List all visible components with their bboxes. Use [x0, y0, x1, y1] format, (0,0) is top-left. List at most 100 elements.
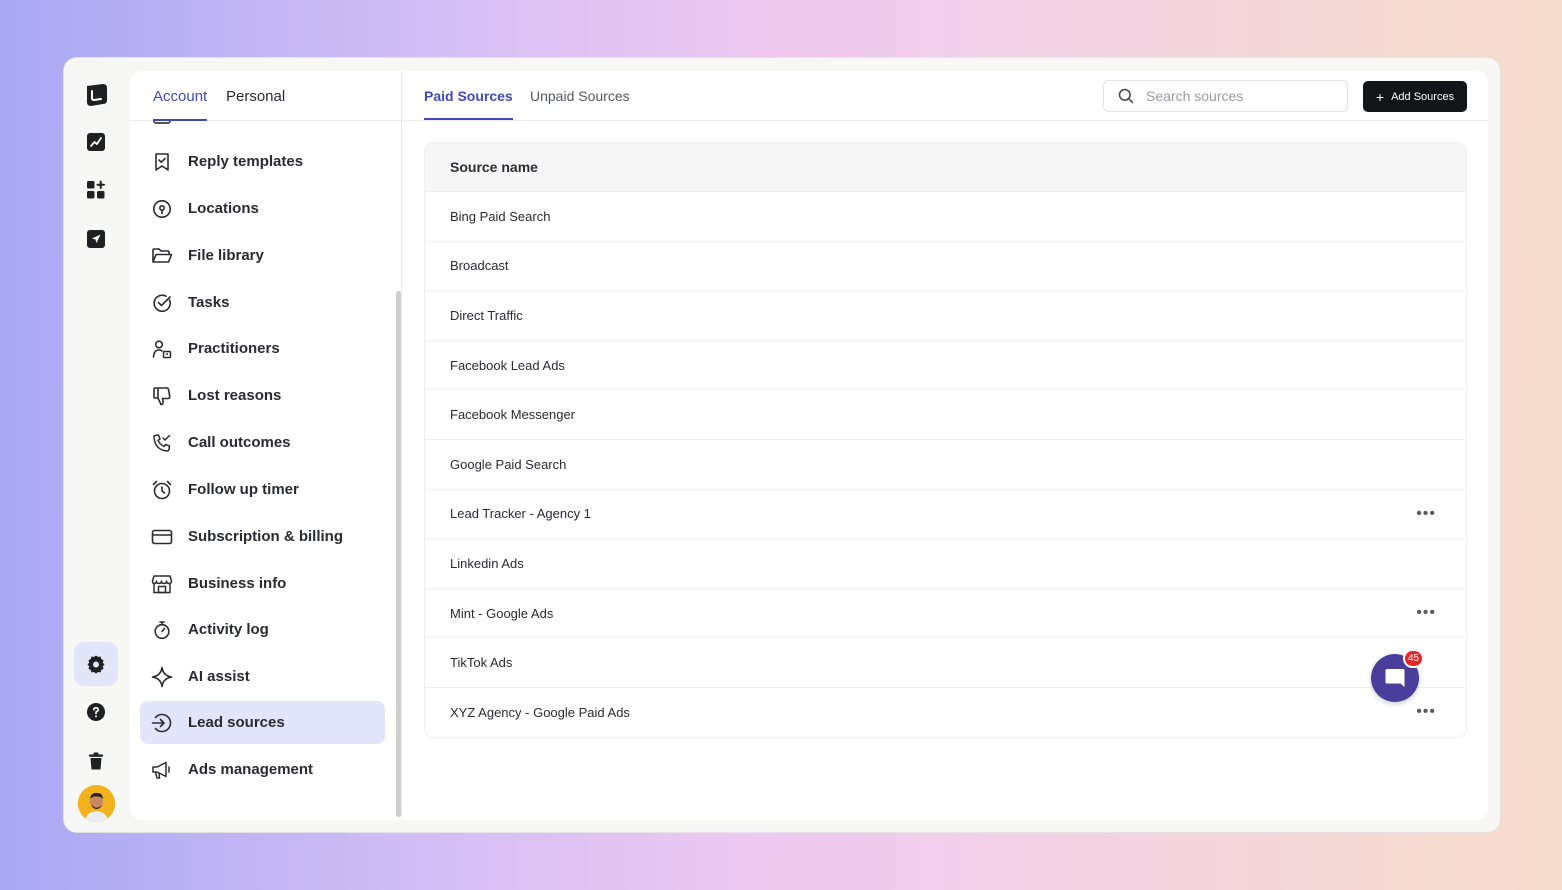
trash-icon — [89, 752, 103, 770]
table-row[interactable]: Broadcast — [425, 240, 1466, 291]
nav-item-lead-sources[interactable]: Lead sources — [140, 701, 385, 744]
nav-item-label: Tasks — [188, 294, 230, 311]
settings-tabs: Account Personal — [130, 71, 401, 121]
source-name: Mint - Google Ads — [450, 605, 554, 621]
nav-item-label: Reply templates — [188, 153, 304, 170]
table-row[interactable]: Facebook Lead Ads — [425, 339, 1466, 390]
nav-item-ai-assist[interactable]: AI assist — [140, 655, 385, 698]
storefront-icon — [151, 573, 173, 595]
left-rail — [64, 58, 128, 832]
column-header-source-name: Source name — [450, 159, 538, 175]
nav-item-label: Activity log — [188, 621, 269, 638]
tab-paid-sources[interactable]: Paid Sources — [424, 88, 513, 120]
nav-item-business-info[interactable]: Business info — [140, 562, 385, 605]
nav-item-ads-management[interactable]: Ads management — [140, 748, 385, 791]
table-row[interactable]: Mint - Google Ads ••• — [425, 587, 1466, 638]
table-row[interactable]: Google Paid Search — [425, 438, 1466, 489]
nav-item-label: AI assist — [188, 668, 250, 685]
table-row[interactable]: Direct Traffic — [425, 290, 1466, 340]
table-row[interactable]: TikTok Ads — [425, 637, 1466, 687]
nav-item-label: Subscription & billing — [188, 528, 343, 545]
send-icon — [87, 230, 105, 248]
tab-account[interactable]: Account — [153, 88, 208, 121]
settings-card: Account Personal Reply templates Locatio… — [130, 71, 1488, 820]
source-name: XYZ Agency - Google Paid Ads — [450, 704, 630, 720]
nav-item-follow-up-timer[interactable]: Follow up timer — [140, 468, 385, 511]
map-pin-icon — [151, 198, 173, 220]
partial-item-icon — [153, 121, 171, 124]
settings-nav: Account Personal Reply templates Locatio… — [130, 71, 402, 820]
nav-item-label: Ads management — [188, 761, 314, 778]
alarm-clock-icon — [151, 479, 173, 501]
nav-item-locations[interactable]: Locations — [140, 187, 385, 230]
rail-trash[interactable] — [74, 739, 118, 783]
help-circle-icon — [87, 703, 105, 721]
nav-item-subscription-billing[interactable]: Subscription & billing — [140, 515, 385, 558]
rail-campaigns[interactable] — [74, 217, 118, 261]
table-row[interactable]: XYZ Agency - Google Paid Ads ••• — [425, 686, 1466, 737]
nav-item-activity-log[interactable]: Activity log — [140, 608, 385, 651]
nav-item-label: File library — [188, 247, 264, 264]
bookmark-check-icon — [151, 151, 173, 173]
nav-item-label: Practitioners — [188, 340, 280, 357]
app-window: Account Personal Reply templates Locatio… — [63, 57, 1501, 833]
table-row[interactable]: Lead Tracker - Agency 1 ••• — [425, 488, 1466, 539]
sources-panel: Paid Sources Unpaid Sources + Add Source… — [403, 71, 1488, 820]
chart-line-icon — [87, 133, 105, 151]
check-circle-icon — [151, 292, 173, 314]
table-row[interactable]: Bing Paid Search — [425, 191, 1466, 241]
plus-icon: + — [1375, 88, 1385, 105]
avatar-icon — [78, 785, 115, 822]
chat-bubble-icon — [1385, 669, 1405, 687]
chat-unread-badge: 45 — [1403, 649, 1425, 668]
sparkle-icon — [151, 666, 173, 688]
table-row[interactable]: Linkedin Ads — [425, 538, 1466, 588]
app-logo[interactable] — [74, 73, 118, 117]
credit-card-icon — [151, 526, 173, 548]
nav-item-label: Locations — [188, 200, 259, 217]
add-sources-label: Add Sources — [1391, 90, 1455, 103]
source-name: Lead Tracker - Agency 1 — [450, 506, 591, 522]
nav-item-practitioners[interactable]: Practitioners — [140, 327, 385, 370]
search-box — [1103, 80, 1348, 112]
folder-open-icon — [151, 245, 173, 267]
source-name: Bing Paid Search — [450, 208, 551, 224]
rail-apps[interactable] — [74, 168, 118, 212]
stopwatch-icon — [151, 619, 173, 641]
nav-item-tasks[interactable]: Tasks — [140, 281, 385, 324]
sign-in-arrow-icon — [151, 712, 173, 734]
table-row[interactable]: Facebook Messenger — [425, 389, 1466, 439]
nav-item-call-outcomes[interactable]: Call outcomes — [140, 421, 385, 464]
nav-item-label: Lost reasons — [188, 387, 282, 404]
megaphone-icon — [151, 759, 173, 781]
sources-toolbar: Paid Sources Unpaid Sources + Add Source… — [403, 71, 1488, 121]
source-name: Linkedin Ads — [450, 555, 524, 571]
more-options-icon[interactable]: ••• — [1416, 704, 1436, 720]
grid-plus-icon — [87, 180, 105, 199]
nav-item-file-library[interactable]: File library — [140, 234, 385, 277]
nav-item-lost-reasons[interactable]: Lost reasons — [140, 374, 385, 417]
phone-check-icon — [151, 432, 173, 454]
tab-unpaid-sources[interactable]: Unpaid Sources — [530, 88, 630, 118]
source-name: TikTok Ads — [450, 655, 513, 671]
source-name: Facebook Messenger — [450, 407, 576, 423]
nav-scrollbar[interactable] — [396, 291, 401, 817]
nav-item-reply-templates[interactable]: Reply templates — [140, 140, 385, 183]
more-options-icon[interactable]: ••• — [1416, 605, 1436, 621]
rail-analytics[interactable] — [74, 120, 118, 164]
rail-help[interactable] — [74, 690, 118, 734]
source-name: Facebook Lead Ads — [450, 357, 565, 373]
user-badge-icon — [151, 338, 173, 360]
more-options-icon[interactable]: ••• — [1416, 505, 1436, 522]
source-name: Google Paid Search — [450, 456, 567, 472]
add-sources-button[interactable]: + Add Sources — [1363, 81, 1467, 112]
source-name: Broadcast — [450, 258, 509, 274]
logo-icon — [87, 84, 107, 106]
rail-settings[interactable] — [74, 642, 118, 686]
user-avatar[interactable] — [78, 785, 115, 822]
nav-item-label: Business info — [188, 575, 287, 592]
tab-personal[interactable]: Personal — [226, 88, 285, 119]
search-input[interactable] — [1146, 88, 1336, 104]
source-name: Direct Traffic — [450, 307, 523, 323]
nav-item-label: Follow up timer — [188, 481, 299, 498]
